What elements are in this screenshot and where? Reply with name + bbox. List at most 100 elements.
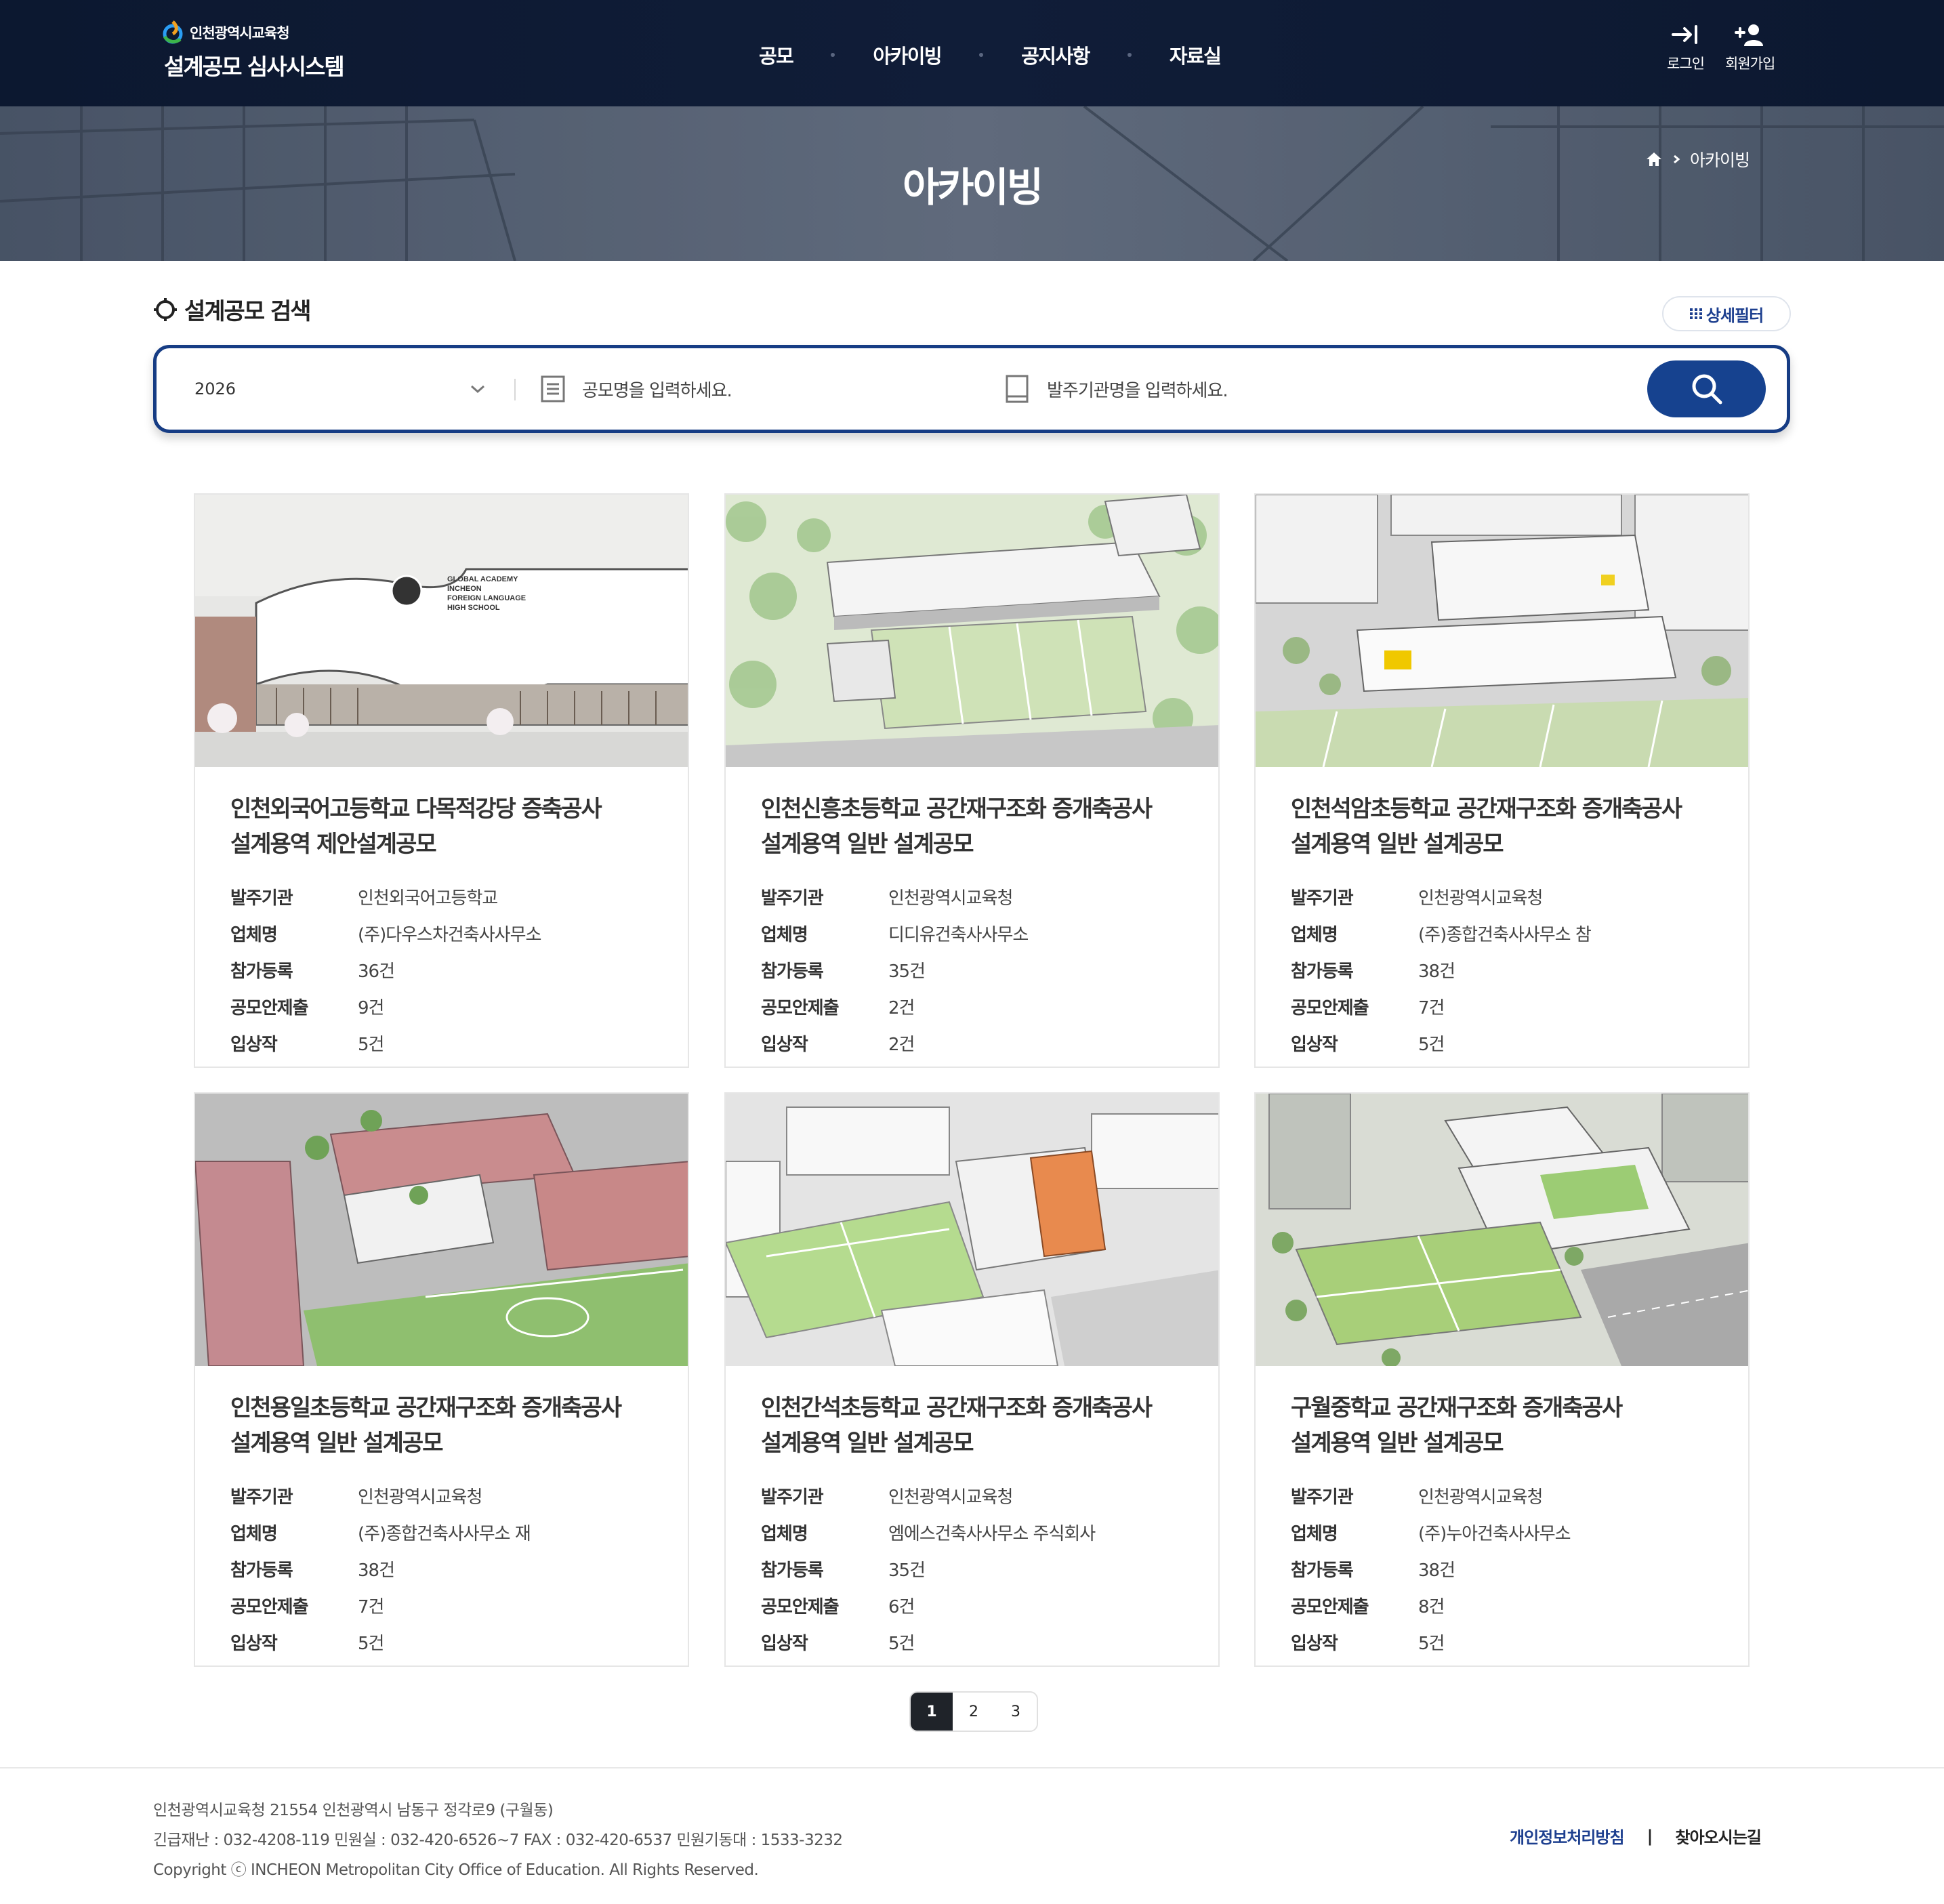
card-thumbnail <box>1256 1094 1748 1366</box>
year-select-value: 2026 <box>194 379 236 398</box>
thumb-sign-line: INCHEON <box>447 585 482 593</box>
org-value: 인천광역시교육청 <box>1418 888 1543 909</box>
registered-value: 35건 <box>888 961 926 982</box>
search-button[interactable] <box>1647 360 1766 417</box>
info-label: 발주기관 <box>230 888 293 909</box>
info-label: 참가등록 <box>1291 1560 1354 1581</box>
card-info: 발주기관 인천광역시교육청 업체명 디디유건축사사무소 참가등록 35건 공모안제출 2… <box>761 878 1029 1061</box>
company-value: (주)누아건축사사무소 <box>1418 1523 1571 1544</box>
chevron-down-icon <box>471 385 484 394</box>
archive-card[interactable]: 인천신흥초등학교 공간재구조화 증개축공사 설계용역 일반 설계공모 발주기관 인천… <box>724 493 1220 1068</box>
card-title: 인천외국어고등학교 다목적강당 증축공사 설계용역 제안설계공모 <box>230 795 602 858</box>
search-section-label: 설계공모 검색 <box>184 298 312 325</box>
info-label: 참가등록 <box>230 961 293 982</box>
info-label: 참가등록 <box>761 1560 824 1581</box>
company-value: 디디유건축사사무소 <box>888 924 1029 945</box>
info-label: 참가등록 <box>230 1560 293 1581</box>
info-label: 공모안제출 <box>230 1596 309 1617</box>
info-label: 업체명 <box>1291 924 1338 945</box>
archive-card[interactable]: 인천간석초등학교 공간재구조화 증개축공사 설계용역 일반 설계공모 발주기관 인천… <box>724 1092 1220 1667</box>
search-icon <box>1692 374 1722 405</box>
org-value: 인천광역시교육청 <box>358 1487 482 1508</box>
year-select[interactable]: 2026 <box>194 348 486 430</box>
card-thumbnail: GLOBAL ACADEMY INCHEON FOREIGN LANGUAGE … <box>195 495 688 767</box>
info-label: 발주기관 <box>1291 888 1354 909</box>
login-icon <box>1672 25 1698 44</box>
page-button-1[interactable]: 1 <box>911 1693 953 1731</box>
company-value: (주)다우스차건축사사무소 <box>358 924 541 945</box>
archive-card[interactable]: 인천석암초등학교 공간재구조화 증개축공사 설계용역 일반 설계공모 발주기관 인천… <box>1254 493 1750 1068</box>
org-value: 인천광역시교육청 <box>888 888 1013 909</box>
card-info: 발주기관 인천외국어고등학교 업체명 (주)다우스차건축사사무소 참가등록 36건 공… <box>230 878 541 1061</box>
home-icon[interactable] <box>1645 151 1663 167</box>
footer-copyright: Copyright ⓒ INCHEON Metropolitan City Of… <box>153 1861 759 1879</box>
info-label: 입상작 <box>1291 1633 1338 1654</box>
card-thumbnail <box>1256 495 1748 767</box>
archive-card[interactable]: 구월중학교 공간재구조화 증개축공사 설계용역 일반 설계공모 발주기관 인천광역시… <box>1254 1092 1750 1667</box>
breadcrumb-current: 아카이빙 <box>1690 150 1750 170</box>
archive-card[interactable]: 인천용일초등학교 공간재구조화 증개축공사 설계용역 일반 설계공모 발주기관 인천… <box>194 1092 689 1667</box>
archive-card[interactable]: GLOBAL ACADEMY INCHEON FOREIGN LANGUAGE … <box>194 493 689 1068</box>
info-label: 발주기관 <box>761 1487 824 1508</box>
nav-item-archiving[interactable]: 아카이빙 <box>873 41 942 69</box>
info-label: 발주기관 <box>230 1487 293 1508</box>
login-label: 로그인 <box>1667 56 1705 72</box>
registered-value: 38건 <box>358 1560 395 1581</box>
awarded-value: 5건 <box>1418 1633 1445 1654</box>
thumb-sign-line: FOREIGN LANGUAGE <box>447 594 526 602</box>
info-label: 업체명 <box>761 1523 808 1544</box>
info-label: 업체명 <box>761 924 808 945</box>
card-title: 인천석암초등학교 공간재구조화 증개축공사 설계용역 일반 설계공모 <box>1291 795 1682 858</box>
circle-target-icon <box>154 297 177 321</box>
contest-name-input[interactable]: 공모명을 입력하세요. <box>540 348 732 430</box>
org-value: 인천광역시교육청 <box>888 1487 1013 1508</box>
info-label: 공모안제출 <box>761 997 840 1018</box>
info-label: 발주기관 <box>761 888 824 909</box>
detail-filter-button[interactable]: 상세필터 <box>1662 296 1791 331</box>
nav-item-resources[interactable]: 자료실 <box>1170 41 1222 69</box>
card-image <box>726 1094 1218 1366</box>
info-label: 공모안제출 <box>230 997 309 1018</box>
system-name: 설계공모 심사시스템 <box>164 54 345 80</box>
card-title: 인천간석초등학교 공간재구조화 증개축공사 설계용역 일반 설계공모 <box>761 1394 1153 1457</box>
site-header: 인천광역시교육청 설계공모 심사시스템 공모 아카이빙 공지사항 자료실 로그인… <box>0 0 1944 106</box>
page-button-2[interactable]: 2 <box>953 1693 995 1731</box>
login-button[interactable]: 로그인 <box>1667 23 1705 73</box>
directions-link[interactable]: 찾아오시는길 <box>1675 1824 1761 1848</box>
card-image <box>195 1094 688 1366</box>
org-value: 인천광역시교육청 <box>1418 1487 1543 1508</box>
grid-icon <box>1689 308 1702 319</box>
nav-item-contest[interactable]: 공모 <box>759 41 794 69</box>
nav-divider <box>1127 53 1132 57</box>
privacy-policy-link[interactable]: 개인정보처리방침 <box>1510 1824 1625 1848</box>
card-image: GLOBAL ACADEMY INCHEON FOREIGN LANGUAGE … <box>195 495 688 767</box>
search-bar: 2026 공모명을 입력하세요. 발주기관명을 입력하세요. <box>153 345 1790 433</box>
nav-item-notice[interactable]: 공지사항 <box>1021 41 1090 69</box>
registered-value: 36건 <box>358 961 395 982</box>
signup-icon <box>1734 24 1763 46</box>
site-footer: 인천광역시교육청 21554 인천광역시 남동구 정각로9 (구월동) 긴급재난… <box>0 1767 1944 1904</box>
info-label: 입상작 <box>761 1034 808 1055</box>
awarded-value: 5건 <box>358 1633 384 1654</box>
awarded-value: 2건 <box>888 1034 915 1055</box>
card-image <box>1256 495 1748 767</box>
company-value: 엠에스건축사사무소 주식회사 <box>888 1523 1096 1544</box>
company-value: (주)종합건축사사무소 재 <box>358 1523 531 1544</box>
org-name: 인천광역시교육청 <box>190 25 290 41</box>
page-button-3[interactable]: 3 <box>995 1693 1037 1731</box>
info-label: 업체명 <box>230 1523 278 1544</box>
site-logo[interactable]: 인천광역시교육청 설계공모 심사시스템 <box>161 19 345 81</box>
logo-mark-icon <box>163 20 183 44</box>
registered-value: 38건 <box>1418 961 1455 982</box>
submitted-value: 7건 <box>358 1596 384 1617</box>
org-name-input[interactable]: 발주기관명을 입력하세요. <box>1004 348 1228 430</box>
registered-value: 35건 <box>888 1560 926 1581</box>
card-info: 발주기관 인천광역시교육청 업체명 (주)종합건축사사무소 참 참가등록 38건 공모… <box>1291 878 1592 1061</box>
info-label: 업체명 <box>1291 1523 1338 1544</box>
signup-button[interactable]: 회원가입 <box>1725 23 1775 73</box>
footer-link-separator: | <box>1647 1826 1653 1846</box>
main-nav: 공모 아카이빙 공지사항 자료실 <box>759 41 1222 69</box>
org-name-placeholder: 발주기관명을 입력하세요. <box>1047 380 1228 401</box>
submitted-value: 6건 <box>888 1596 915 1617</box>
chevron-right-icon <box>1674 154 1680 164</box>
